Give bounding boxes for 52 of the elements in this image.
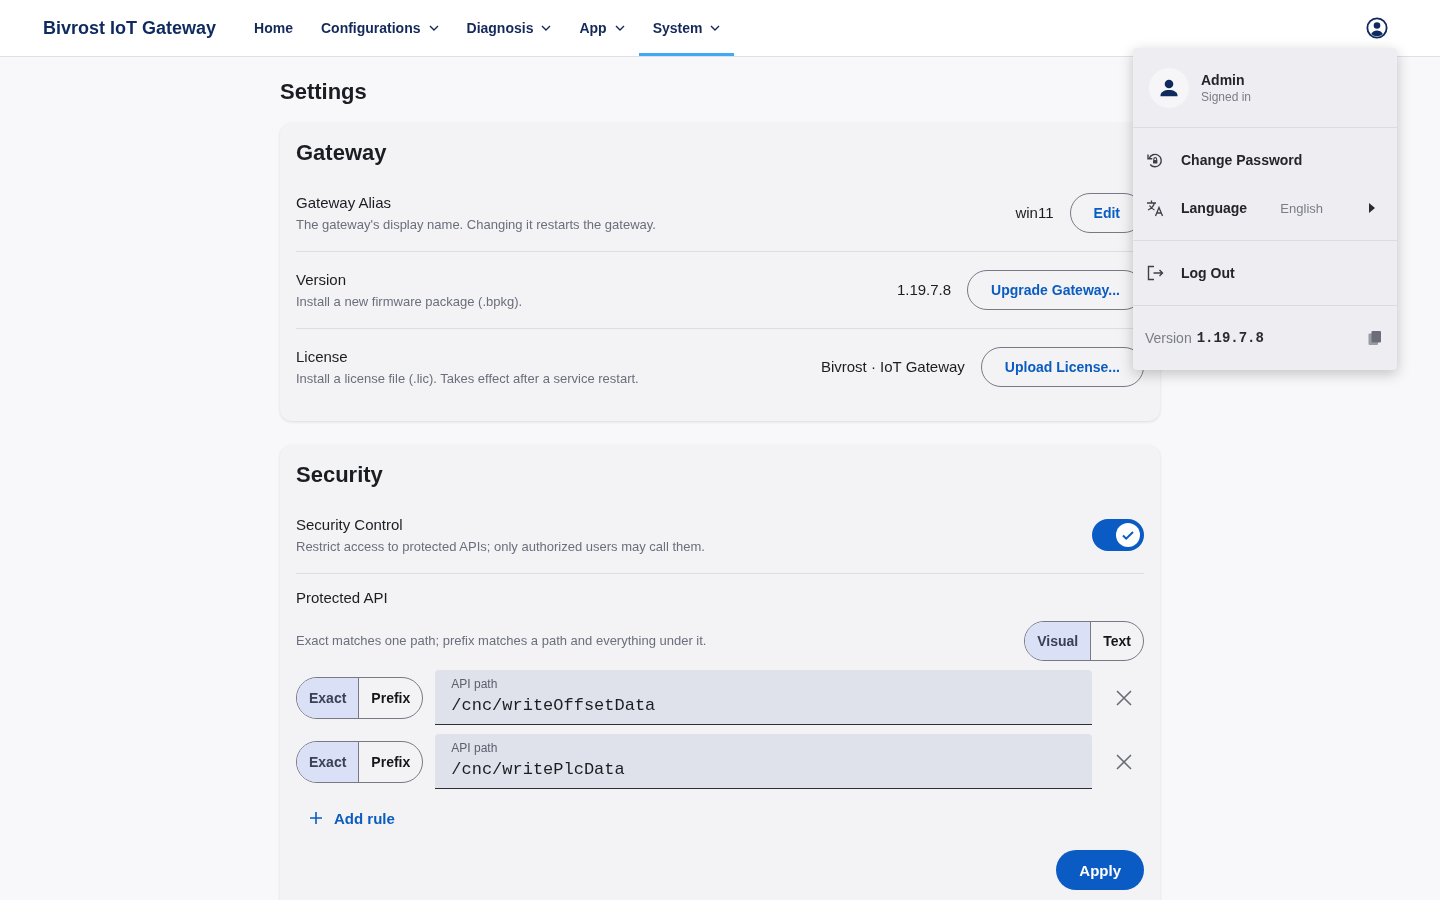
match-toggle[interactable]: Prefix	[358, 741, 423, 782]
version-number: 1.19.7.8	[1196, 330, 1264, 346]
setting-description: Install a license file (.lic). Takes effect after a service restart.	[296, 369, 639, 388]
apply-button[interactable]: Apply	[1056, 850, 1144, 890]
check-icon	[1116, 523, 1140, 547]
api-path-field[interactable]: API path /cnc/writePlcData	[435, 734, 1092, 789]
setting-description: The gateway's display name. Changing it restarts the gateway.	[296, 215, 656, 234]
nav-tab[interactable]: Diagnosis	[452, 0, 566, 56]
avatar-icon	[1149, 67, 1189, 108]
setting-title: License	[296, 346, 348, 367]
section-description: Exact matches one path; prefix matches a path and everything under it.	[296, 632, 707, 650]
page-title: Settings	[280, 79, 367, 105]
setting-title: Security Control	[296, 514, 403, 535]
close-icon	[1116, 689, 1132, 706]
plus-icon	[310, 812, 322, 824]
translate-icon	[1145, 198, 1165, 218]
mode-toggle[interactable]: Visual	[1025, 622, 1091, 660]
card-title: Security	[296, 461, 383, 489]
menu-item[interactable]: Change Password	[1133, 136, 1397, 184]
setting-title: Version	[296, 269, 347, 290]
setting-title: Gateway Alias	[296, 192, 392, 213]
card-title: Gateway	[296, 139, 387, 167]
setting-value: win11	[1015, 203, 1054, 223]
field-label: API path	[451, 676, 498, 692]
match-toggle[interactable]: Exact	[297, 741, 359, 782]
caret-right-icon	[1369, 203, 1375, 213]
close-icon	[1116, 753, 1132, 770]
toggle-switch[interactable]	[1092, 519, 1144, 551]
setting-description: Restrict access to protected APIs; only authorized users may call them.	[296, 537, 705, 556]
add-rule-button[interactable]: Add rule	[296, 798, 407, 838]
nav-tab[interactable]: System	[638, 0, 735, 56]
brand-link[interactable]: Bivrost IoT Gateway	[43, 17, 217, 39]
api-path-field[interactable]: API path /cnc/writeOffsetData	[435, 670, 1092, 725]
match-toggle[interactable]: Exact	[297, 677, 359, 718]
field-label: API path	[451, 740, 498, 756]
logout-icon	[1145, 263, 1165, 283]
account-icon[interactable]	[1366, 17, 1388, 39]
nav-tab[interactable]: Home	[240, 0, 307, 56]
user-status: Signed in	[1201, 88, 1252, 105]
nav-tab[interactable]: Configurations	[306, 0, 453, 56]
match-toggle[interactable]: Prefix	[358, 677, 423, 718]
mode-toggle[interactable]: Text	[1090, 622, 1143, 660]
setting-value: Bivrost · IoT Gateway	[820, 357, 965, 377]
nav-tab[interactable]: App	[565, 0, 639, 56]
api-path-input[interactable]: /cnc/writeOffsetData	[451, 695, 1076, 717]
api-path-input[interactable]: /cnc/writePlcData	[451, 759, 1076, 781]
setting-description: Install a new firmware package (.bpkg).	[296, 292, 523, 311]
user-name: Admin	[1201, 70, 1245, 89]
section-label: Protected API	[296, 588, 388, 608]
copy-icon[interactable]	[1367, 330, 1383, 346]
version-label: Version	[1145, 330, 1192, 346]
setting-value: 1.19.7.8	[896, 280, 952, 300]
